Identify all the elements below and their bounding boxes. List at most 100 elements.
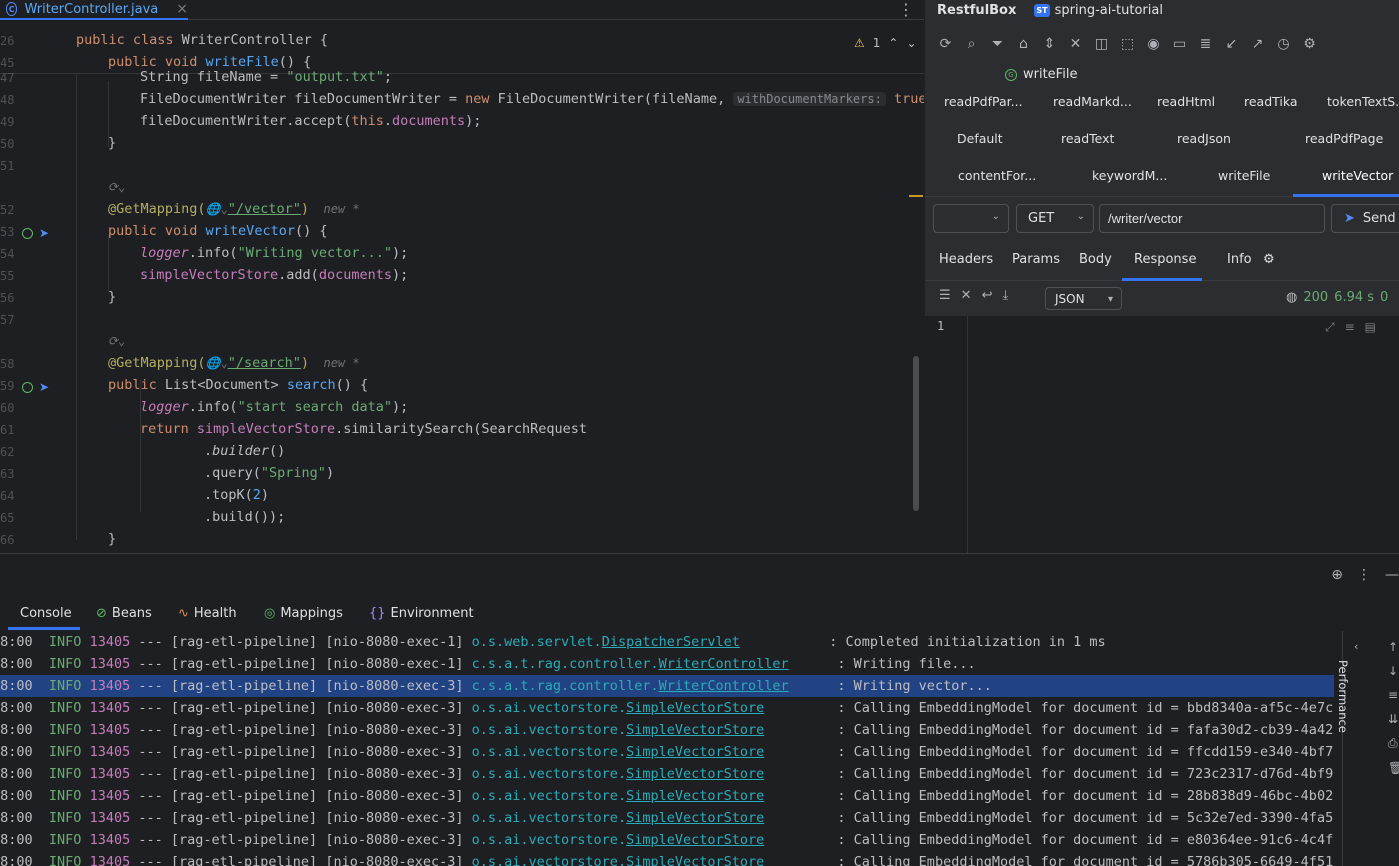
scroll-down-icon[interactable]: ↓ <box>1388 664 1399 678</box>
endpoint-tab[interactable]: readPdfPar... <box>944 94 1023 109</box>
log-logger[interactable]: o.s.ai.vectorstore.SimpleVectorStore <box>472 810 765 826</box>
code-editor[interactable]: C WriterController.java × ⋮ 26 public cla… <box>0 0 924 553</box>
tab-health[interactable]: ∿ Health <box>178 606 237 621</box>
tab-mappings[interactable]: ◎ Mappings <box>264 606 343 621</box>
log-line[interactable]: 08:00 INFO 13405 --- [rag-etl-pipeline] … <box>0 719 1334 741</box>
download-icon[interactable]: ⤓ <box>1002 288 1008 303</box>
send-request-icon[interactable]: ➤ <box>39 381 49 393</box>
endpoint-tab[interactable]: readTika <box>1244 94 1298 109</box>
preview-icon[interactable]: ▭ <box>1171 36 1188 52</box>
log-line[interactable]: 08:00 INFO 13405 --- [rag-etl-pipeline] … <box>0 653 1334 675</box>
code-line[interactable]: .topK(2) <box>204 487 269 503</box>
url-input[interactable] <box>1099 204 1325 233</box>
endpoint-tab[interactable]: contentFor... <box>958 168 1036 183</box>
log-logger-class[interactable]: WriterController <box>659 656 789 672</box>
minimize-icon[interactable]: — <box>1385 567 1399 583</box>
chevron-left-icon[interactable]: ‹ <box>1354 640 1358 653</box>
code-line[interactable]: return simpleVectorStore.similaritySearc… <box>140 421 587 437</box>
log-logger[interactable]: o.s.web.servlet.DispatcherServlet <box>472 634 740 650</box>
wrap-icon[interactable]: ↩ <box>982 288 993 303</box>
collapse-all-icon[interactable]: ✕ <box>1067 36 1084 52</box>
sticky-code-line[interactable]: public class WriterController { <box>76 32 328 48</box>
log-logger-class[interactable]: SimpleVectorStore <box>626 766 764 782</box>
log-logger[interactable]: o.s.ai.vectorstore.SimpleVectorStore <box>472 744 765 760</box>
log-logger-class[interactable]: DispatcherServlet <box>602 634 740 650</box>
send-request-icon[interactable]: ➤ <box>39 227 49 239</box>
endpoint-tab[interactable]: writeVector <box>1322 168 1393 183</box>
history-icon[interactable]: ◷ <box>1275 36 1292 52</box>
filter-icon[interactable]: ⏷ <box>989 36 1006 52</box>
database-icon[interactable]: ≣ <box>1197 36 1214 52</box>
log-logger-class[interactable]: SimpleVectorStore <box>626 744 764 760</box>
code-line[interactable]: .query("Spring") <box>204 465 334 481</box>
project-selector[interactable]: ST spring-ai-tutorial <box>1034 3 1163 18</box>
log-logger-class[interactable]: SimpleVectorStore <box>626 788 764 804</box>
log-logger[interactable]: c.s.a.t.rag.controller.WriterController <box>472 656 789 672</box>
code-line[interactable]: @GetMapping(🌐⌄"/search") new * <box>108 355 360 371</box>
log-logger[interactable]: o.s.ai.vectorstore.SimpleVectorStore <box>472 700 765 716</box>
log-line[interactable]: 08:00 INFO 13405 --- [rag-etl-pipeline] … <box>0 807 1334 829</box>
refresh-icon[interactable]: ⟳ <box>937 36 954 52</box>
code-line[interactable]: public void writeVector() { <box>108 223 327 239</box>
tab-console[interactable]: Console <box>20 606 72 621</box>
log-logger[interactable]: o.s.ai.vectorstore.SimpleVectorStore <box>472 722 765 738</box>
endpoint-tab[interactable]: Default <box>957 131 1003 146</box>
log-logger-class[interactable]: SimpleVectorStore <box>626 722 764 738</box>
endpoint-tab[interactable]: readMarkd... <box>1053 94 1132 109</box>
tag-icon[interactable]: ⌂ <box>1015 36 1032 52</box>
performance-tab[interactable]: Performance <box>1336 660 1350 733</box>
target-icon[interactable]: ⊕ <box>1331 567 1343 583</box>
log-logger[interactable]: o.s.ai.vectorstore.SimpleVectorStore <box>472 832 765 848</box>
tab-params[interactable]: Params <box>1012 252 1060 267</box>
inspection-widget[interactable]: ⚠ 1 ⌃ ⌄ <box>854 36 917 50</box>
scroll-to-end-icon[interactable]: ⇊ <box>1388 712 1399 726</box>
close-icon[interactable]: × <box>176 1 188 17</box>
code-line[interactable]: fileDocumentWriter.accept(this.documents… <box>140 113 481 129</box>
chevron-up-icon[interactable]: ⌃ <box>888 36 898 50</box>
editor-tab-writercontroller[interactable]: C WriterController.java × <box>0 0 188 20</box>
chevron-down-icon[interactable]: ⌄ <box>906 36 916 50</box>
run-endpoint-icon[interactable] <box>22 382 33 393</box>
log-logger-class[interactable]: SimpleVectorStore <box>626 810 764 826</box>
expand-all-icon[interactable]: ⇕ <box>1041 36 1058 52</box>
log-line[interactable]: 08:00 INFO 13405 --- [rag-etl-pipeline] … <box>0 829 1334 851</box>
code-line[interactable]: } <box>108 289 116 305</box>
gear-icon[interactable]: ⚙ <box>1263 252 1275 267</box>
code-line[interactable]: public List<Document> search() { <box>108 377 368 393</box>
select-icon[interactable]: ⬚ <box>1119 36 1136 52</box>
split-view-icon[interactable]: ◫ <box>1093 36 1110 52</box>
code-line[interactable]: simpleVectorStore.add(documents); <box>140 267 408 283</box>
http-method-select[interactable]: GET ⌄ <box>1016 204 1094 233</box>
locate-icon[interactable]: ◉ <box>1145 36 1162 52</box>
tab-beans[interactable]: ⊘ Beans <box>96 606 152 621</box>
tab-response[interactable]: Response <box>1134 252 1196 267</box>
log-logger[interactable]: o.s.ai.vectorstore.SimpleVectorStore <box>472 788 765 804</box>
code-line[interactable]: .builder() <box>204 443 285 459</box>
editor-scrollbar[interactable] <box>913 356 919 511</box>
tab-environment[interactable]: {} Environment <box>369 606 474 621</box>
log-logger-class[interactable]: SimpleVectorStore <box>626 832 764 848</box>
endpoint-tab[interactable]: readHtml <box>1157 94 1215 109</box>
expand-icon[interactable]: ⤢ <box>1325 320 1335 335</box>
log-logger[interactable]: o.s.ai.vectorstore.SimpleVectorStore <box>472 766 765 782</box>
code-line[interactable]: } <box>108 531 116 547</box>
code-line[interactable]: } <box>108 135 116 151</box>
format-icon[interactable]: ☰ <box>939 288 951 303</box>
more-options-icon[interactable]: ⋮ <box>1357 567 1371 583</box>
code-line[interactable]: ⟳⌄ <box>108 179 125 195</box>
response-format-select[interactable]: JSON ▾ <box>1045 287 1122 310</box>
code-line[interactable]: String fileName = "output.txt"; <box>140 69 392 85</box>
import-icon[interactable]: ↙ <box>1223 36 1240 52</box>
endpoint-tab[interactable]: readPdfPage <box>1305 131 1383 146</box>
endpoint-tab[interactable]: readJson <box>1177 131 1231 146</box>
code-line[interactable]: ⟳⌄ <box>108 333 125 349</box>
console-output[interactable]: 08:00 INFO 13405 --- [rag-etl-pipeline] … <box>0 631 1342 866</box>
selected-endpoint[interactable]: G writeFile <box>1005 67 1077 82</box>
log-logger-class[interactable]: SimpleVectorStore <box>626 700 764 716</box>
env-select[interactable]: ⌄ <box>933 204 1009 233</box>
run-endpoint-icon[interactable] <box>22 228 33 239</box>
print-icon[interactable]: ⎙ <box>1388 736 1399 751</box>
log-line[interactable]: 08:00 INFO 13405 --- [rag-etl-pipeline] … <box>0 763 1334 785</box>
code-line[interactable]: FileDocumentWriter fileDocumentWriter = … <box>140 91 924 107</box>
tab-headers[interactable]: Headers <box>939 252 993 267</box>
